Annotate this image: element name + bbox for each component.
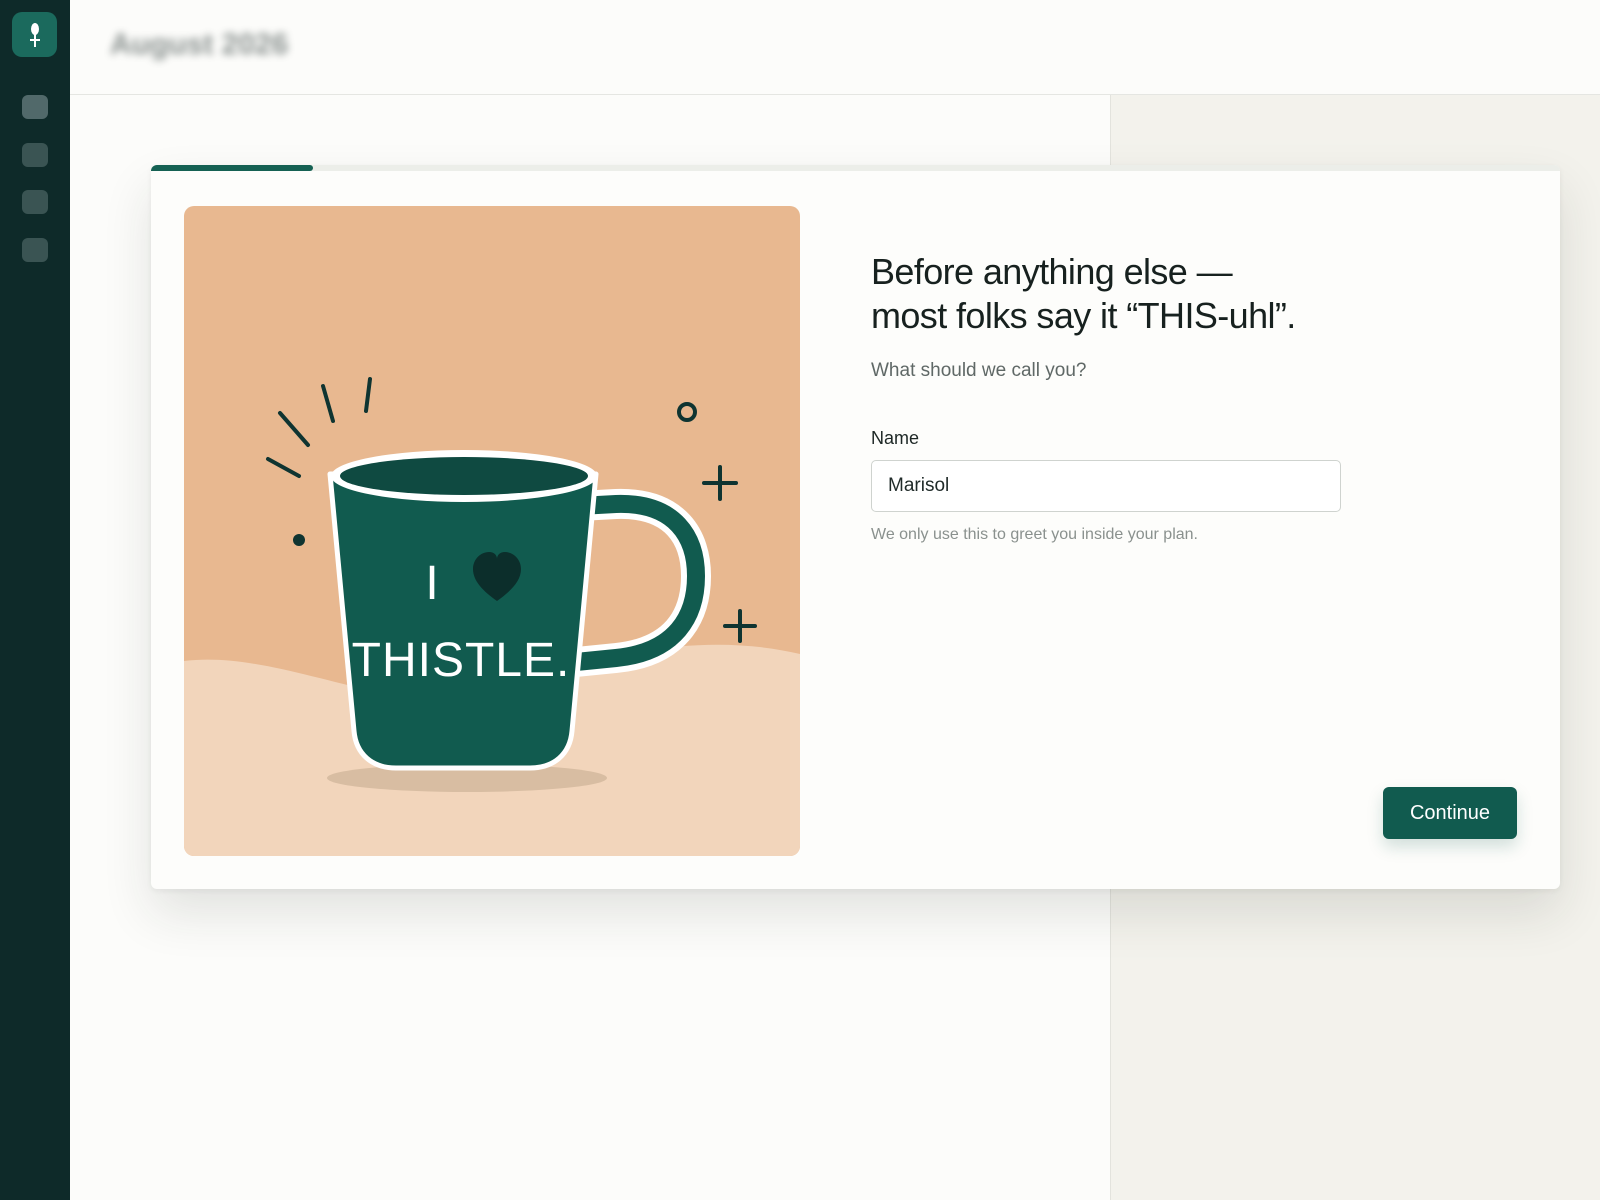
headline-line-2: most folks say it “THIS-uhl”.: [871, 295, 1296, 336]
sidebar-nav-item-1[interactable]: [22, 95, 48, 119]
sidebar-nav-item-4[interactable]: [22, 238, 48, 262]
subtitle: What should we call you?: [871, 360, 1087, 381]
app-root: August 2026 I THISTLE. Before anything e…: [0, 0, 1600, 1200]
page-title: August 2026: [110, 28, 289, 61]
mug-text-line1: I: [425, 557, 438, 610]
headline-line-1: Before anything else —: [871, 251, 1233, 292]
mug-text-line2: THISTLE.: [352, 634, 571, 687]
continue-button[interactable]: Continue: [1383, 787, 1517, 839]
page-header: August 2026: [70, 0, 1600, 95]
progress-bar-fill: [151, 165, 314, 171]
name-input[interactable]: [871, 460, 1341, 512]
name-label: Name: [871, 428, 920, 448]
mug-illustration: I THISTLE.: [184, 206, 800, 856]
thistle-logo-icon[interactable]: [12, 12, 57, 57]
sidebar-nav-item-2[interactable]: [22, 143, 48, 167]
mug-illustration-svg: I THISTLE.: [184, 206, 800, 856]
sidebar: [0, 0, 70, 1200]
sidebar-nav-item-3[interactable]: [22, 190, 48, 214]
headline: Before anything else — most folks say it…: [871, 250, 1511, 338]
onboarding-modal: I THISTLE. Before anything else — most f…: [151, 165, 1560, 889]
name-helper-text: We only use this to greet you inside you…: [871, 526, 1198, 543]
progress-bar: [151, 165, 1560, 171]
dot-icon: [293, 534, 305, 546]
onboarding-content: Before anything else — most folks say it…: [871, 250, 1511, 544]
